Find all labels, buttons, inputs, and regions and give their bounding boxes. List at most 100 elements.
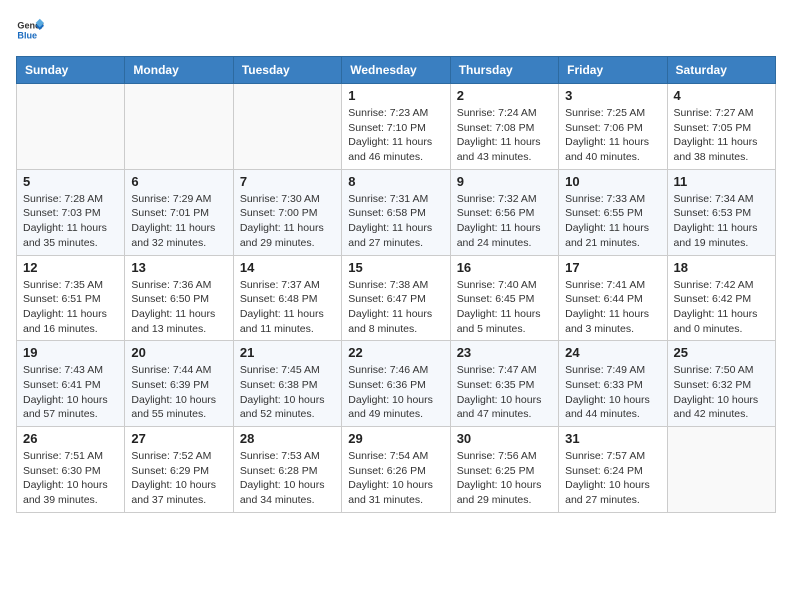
day-number: 26 (23, 431, 118, 446)
calendar-cell: 20Sunrise: 7:44 AMSunset: 6:39 PMDayligh… (125, 341, 233, 427)
calendar-cell: 5 Sunrise: 7:28 AMSunset: 7:03 PMDaylight… (17, 169, 125, 255)
calendar-cell: 15Sunrise: 7:38 AMSunset: 6:47 PMDayligh… (342, 255, 450, 341)
day-number: 2 (457, 88, 552, 103)
day-info: Sunrise: 7:30 AMSunset: 7:00 PMDaylight:… (240, 192, 335, 251)
day-info: Sunrise: 7:23 AMSunset: 7:10 PMDaylight:… (348, 106, 443, 165)
day-number: 25 (674, 345, 769, 360)
day-number: 21 (240, 345, 335, 360)
calendar-cell: 12Sunrise: 7:35 AMSunset: 6:51 PMDayligh… (17, 255, 125, 341)
calendar-week-5: 26 Sunrise: 7:51 AMSunset: 6:30 PMDayligh… (17, 427, 776, 513)
calendar-cell: 1 Sunrise: 7:23 AMSunset: 7:10 PMDaylight… (342, 84, 450, 170)
calendar-cell: 6 Sunrise: 7:29 AMSunset: 7:01 PMDaylight… (125, 169, 233, 255)
calendar-cell: 29 Sunrise: 7:54 AMSunset: 6:26 PMDayligh… (342, 427, 450, 513)
day-number: 22 (348, 345, 443, 360)
header-sunday: Sunday (17, 57, 125, 84)
day-info: Sunrise: 7:47 AMSunset: 6:35 PMDaylight:… (457, 363, 552, 422)
calendar-cell: 30 Sunrise: 7:56 AMSunset: 6:25 PMDayligh… (450, 427, 558, 513)
calendar-cell: 14Sunrise: 7:37 AMSunset: 6:48 PMDayligh… (233, 255, 341, 341)
day-info: Sunrise: 7:44 AMSunset: 6:39 PMDaylight:… (131, 363, 226, 422)
day-number: 16 (457, 260, 552, 275)
calendar-cell: 27 Sunrise: 7:52 AMSunset: 6:29 PMDayligh… (125, 427, 233, 513)
day-info: Sunrise: 7:50 AMSunset: 6:32 PMDaylight:… (674, 363, 769, 422)
day-number: 10 (565, 174, 660, 189)
day-info: Sunrise: 7:52 AMSunset: 6:29 PMDaylight:… (131, 449, 226, 508)
header-wednesday: Wednesday (342, 57, 450, 84)
day-info: Sunrise: 7:29 AMSunset: 7:01 PMDaylight:… (131, 192, 226, 251)
day-info: Sunrise: 7:28 AMSunset: 7:03 PMDaylight:… (23, 192, 118, 251)
calendar-cell: 8 Sunrise: 7:31 AMSunset: 6:58 PMDaylight… (342, 169, 450, 255)
day-info: Sunrise: 7:54 AMSunset: 6:26 PMDaylight:… (348, 449, 443, 508)
day-number: 3 (565, 88, 660, 103)
day-info: Sunrise: 7:45 AMSunset: 6:38 PMDaylight:… (240, 363, 335, 422)
day-info: Sunrise: 7:37 AMSunset: 6:48 PMDaylight:… (240, 278, 335, 337)
calendar-cell (125, 84, 233, 170)
day-info: Sunrise: 7:56 AMSunset: 6:25 PMDaylight:… (457, 449, 552, 508)
header-tuesday: Tuesday (233, 57, 341, 84)
calendar-cell: 13 Sunrise: 7:36 AMSunset: 6:50 PMDayligh… (125, 255, 233, 341)
day-info: Sunrise: 7:46 AMSunset: 6:36 PMDaylight:… (348, 363, 443, 422)
calendar-week-4: 19 Sunrise: 7:43 AMSunset: 6:41 PMDayligh… (17, 341, 776, 427)
day-number: 29 (348, 431, 443, 446)
day-info: Sunrise: 7:53 AMSunset: 6:28 PMDaylight:… (240, 449, 335, 508)
calendar-cell: 28 Sunrise: 7:53 AMSunset: 6:28 PMDayligh… (233, 427, 341, 513)
header-monday: Monday (125, 57, 233, 84)
calendar-cell: 10 Sunrise: 7:33 AMSunset: 6:55 PMDayligh… (559, 169, 667, 255)
day-info: Sunrise: 7:25 AMSunset: 7:06 PMDaylight:… (565, 106, 660, 165)
calendar-cell (17, 84, 125, 170)
calendar-cell: 19 Sunrise: 7:43 AMSunset: 6:41 PMDayligh… (17, 341, 125, 427)
day-number: 18 (674, 260, 769, 275)
header-saturday: Saturday (667, 57, 775, 84)
page-header: General Blue (16, 16, 776, 44)
day-info: Sunrise: 7:42 AMSunset: 6:42 PMDaylight:… (674, 278, 769, 337)
calendar-week-1: 1 Sunrise: 7:23 AMSunset: 7:10 PMDaylight… (17, 84, 776, 170)
logo: General Blue (16, 16, 48, 44)
calendar-cell: 7Sunrise: 7:30 AMSunset: 7:00 PMDaylight… (233, 169, 341, 255)
calendar-week-3: 12Sunrise: 7:35 AMSunset: 6:51 PMDayligh… (17, 255, 776, 341)
day-info: Sunrise: 7:33 AMSunset: 6:55 PMDaylight:… (565, 192, 660, 251)
day-number: 23 (457, 345, 552, 360)
calendar-cell: 4 Sunrise: 7:27 AMSunset: 7:05 PMDaylight… (667, 84, 775, 170)
calendar-cell: 22 Sunrise: 7:46 AMSunset: 6:36 PMDayligh… (342, 341, 450, 427)
calendar: SundayMondayTuesdayWednesdayThursdayFrid… (16, 56, 776, 513)
day-info: Sunrise: 7:43 AMSunset: 6:41 PMDaylight:… (23, 363, 118, 422)
day-number: 1 (348, 88, 443, 103)
svg-text:Blue: Blue (17, 30, 37, 40)
day-info: Sunrise: 7:41 AMSunset: 6:44 PMDaylight:… (565, 278, 660, 337)
calendar-cell: 17 Sunrise: 7:41 AMSunset: 6:44 PMDayligh… (559, 255, 667, 341)
header-thursday: Thursday (450, 57, 558, 84)
calendar-cell: 9Sunrise: 7:32 AMSunset: 6:56 PMDaylight… (450, 169, 558, 255)
day-info: Sunrise: 7:49 AMSunset: 6:33 PMDaylight:… (565, 363, 660, 422)
day-info: Sunrise: 7:32 AMSunset: 6:56 PMDaylight:… (457, 192, 552, 251)
day-info: Sunrise: 7:51 AMSunset: 6:30 PMDaylight:… (23, 449, 118, 508)
day-info: Sunrise: 7:36 AMSunset: 6:50 PMDaylight:… (131, 278, 226, 337)
calendar-cell: 31Sunrise: 7:57 AMSunset: 6:24 PMDayligh… (559, 427, 667, 513)
calendar-cell: 23 Sunrise: 7:47 AMSunset: 6:35 PMDayligh… (450, 341, 558, 427)
day-number: 19 (23, 345, 118, 360)
calendar-cell: 26 Sunrise: 7:51 AMSunset: 6:30 PMDayligh… (17, 427, 125, 513)
day-info: Sunrise: 7:27 AMSunset: 7:05 PMDaylight:… (674, 106, 769, 165)
day-info: Sunrise: 7:40 AMSunset: 6:45 PMDaylight:… (457, 278, 552, 337)
calendar-cell: 21 Sunrise: 7:45 AMSunset: 6:38 PMDayligh… (233, 341, 341, 427)
day-number: 8 (348, 174, 443, 189)
day-number: 31 (565, 431, 660, 446)
day-info: Sunrise: 7:35 AMSunset: 6:51 PMDaylight:… (23, 278, 118, 337)
day-info: Sunrise: 7:38 AMSunset: 6:47 PMDaylight:… (348, 278, 443, 337)
day-number: 5 (23, 174, 118, 189)
calendar-cell: 11Sunrise: 7:34 AMSunset: 6:53 PMDayligh… (667, 169, 775, 255)
day-number: 17 (565, 260, 660, 275)
calendar-cell (233, 84, 341, 170)
day-number: 27 (131, 431, 226, 446)
logo-icon: General Blue (16, 16, 44, 44)
day-number: 30 (457, 431, 552, 446)
day-info: Sunrise: 7:31 AMSunset: 6:58 PMDaylight:… (348, 192, 443, 251)
calendar-cell: 3 Sunrise: 7:25 AMSunset: 7:06 PMDaylight… (559, 84, 667, 170)
day-number: 13 (131, 260, 226, 275)
day-number: 6 (131, 174, 226, 189)
calendar-cell (667, 427, 775, 513)
calendar-cell: 16 Sunrise: 7:40 AMSunset: 6:45 PMDayligh… (450, 255, 558, 341)
calendar-cell: 2 Sunrise: 7:24 AMSunset: 7:08 PMDaylight… (450, 84, 558, 170)
calendar-cell: 25 Sunrise: 7:50 AMSunset: 6:32 PMDayligh… (667, 341, 775, 427)
day-info: Sunrise: 7:24 AMSunset: 7:08 PMDaylight:… (457, 106, 552, 165)
day-number: 4 (674, 88, 769, 103)
day-number: 28 (240, 431, 335, 446)
